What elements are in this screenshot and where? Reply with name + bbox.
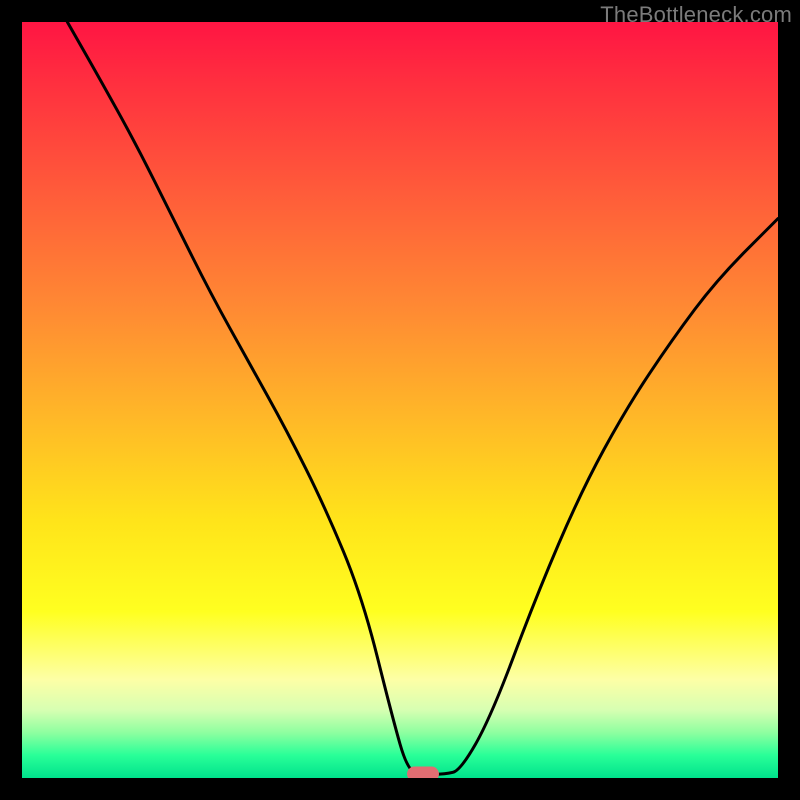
- curve-svg: [22, 22, 778, 778]
- chart-frame: TheBottleneck.com: [0, 0, 800, 800]
- plot-area: [22, 22, 778, 778]
- optimal-point-marker: [407, 767, 439, 778]
- watermark-text: TheBottleneck.com: [600, 2, 792, 28]
- bottleneck-curve: [67, 22, 778, 774]
